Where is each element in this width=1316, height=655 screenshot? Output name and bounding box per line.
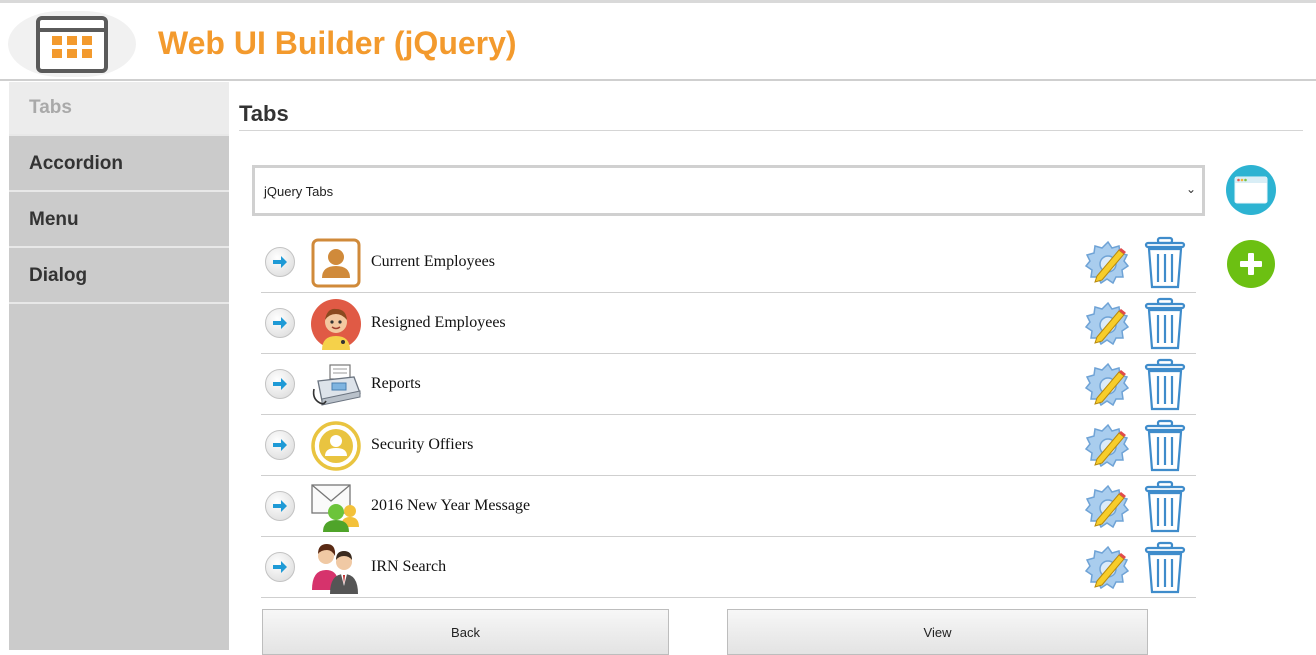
- open-button[interactable]: [265, 247, 295, 277]
- arrow-right-icon: [273, 256, 287, 268]
- edit-settings-icon[interactable]: [1083, 360, 1133, 410]
- back-button[interactable]: Back: [262, 609, 669, 655]
- edit-settings-icon[interactable]: [1083, 299, 1133, 349]
- trash-icon[interactable]: [1143, 358, 1187, 412]
- trash-icon[interactable]: [1143, 480, 1187, 534]
- trash-icon[interactable]: [1143, 297, 1187, 351]
- app-title: Web UI Builder (jQuery): [158, 25, 517, 61]
- app-logo: [8, 11, 136, 77]
- people-icon: [312, 544, 358, 594]
- sidebar-item-label: Menu: [29, 209, 79, 230]
- open-button[interactable]: [265, 430, 295, 460]
- edit-settings-icon[interactable]: [1083, 238, 1133, 288]
- sidebar-item-menu[interactable]: Menu: [9, 194, 229, 248]
- fax-machine-icon: [312, 364, 361, 406]
- tab-list: Current Employees Resigned Employees Rep…: [261, 232, 1196, 598]
- sidebar-item-tabs[interactable]: Tabs: [9, 82, 229, 136]
- trash-icon[interactable]: [1143, 541, 1187, 595]
- person-card-icon: [311, 238, 361, 288]
- arrow-right-icon: [273, 439, 287, 451]
- select-value: jQuery Tabs: [264, 184, 334, 199]
- open-button[interactable]: [265, 369, 295, 399]
- user-circle-icon: [311, 421, 361, 471]
- row-label: IRN Search: [371, 558, 447, 575]
- sidebar-item-label: Tabs: [29, 97, 72, 118]
- title-divider: [239, 130, 1303, 131]
- list-item: Security Offiers: [261, 415, 1196, 476]
- row-label: Security Offiers: [371, 436, 474, 453]
- open-button[interactable]: [265, 552, 295, 582]
- edit-settings-icon[interactable]: [1083, 421, 1133, 471]
- arrow-right-icon: [273, 378, 287, 390]
- edit-settings-icon[interactable]: [1083, 543, 1133, 593]
- sidebar-item-accordion[interactable]: Accordion: [9, 138, 229, 192]
- chevron-down-icon: ⌄: [1185, 182, 1196, 196]
- list-item: Resigned Employees: [261, 293, 1196, 354]
- page-title: Tabs: [239, 101, 289, 126]
- browser-window-icon: [1234, 176, 1268, 204]
- trash-icon[interactable]: [1143, 236, 1187, 290]
- arrow-right-icon: [273, 561, 287, 573]
- sidebar-item-label: Accordion: [29, 153, 123, 174]
- view-button[interactable]: View: [727, 609, 1148, 655]
- row-label: 2016 New Year Message: [371, 497, 531, 514]
- app-header: Web UI Builder (jQuery): [0, 3, 1316, 79]
- edit-settings-icon[interactable]: [1083, 482, 1133, 532]
- open-button[interactable]: [265, 491, 295, 521]
- mail-user-icon: [311, 484, 359, 532]
- add-tab-button[interactable]: [1227, 240, 1275, 288]
- tabs-select[interactable]: jQuery Tabs ⌄: [252, 165, 1205, 216]
- list-item: IRN Search: [261, 537, 1196, 598]
- sidebar-item-label: Dialog: [29, 265, 88, 286]
- trash-icon[interactable]: [1143, 419, 1187, 473]
- sidebar-item-dialog[interactable]: Dialog: [9, 250, 229, 304]
- list-item: Reports: [261, 354, 1196, 415]
- plus-icon: [1240, 253, 1262, 275]
- arrow-right-icon: [273, 500, 287, 512]
- child-face-icon: [311, 299, 361, 350]
- list-item: 2016 New Year Message: [261, 476, 1196, 537]
- sidebar: Tabs Accordion Menu Dialog: [9, 82, 229, 650]
- list-item: Current Employees: [261, 232, 1196, 293]
- grid-window-icon: [36, 16, 108, 73]
- open-button[interactable]: [265, 308, 295, 338]
- row-label: Resigned Employees: [371, 314, 506, 331]
- row-label: Current Employees: [371, 253, 495, 270]
- row-label: Reports: [371, 375, 421, 392]
- header-divider: [0, 79, 1316, 81]
- preview-window-button[interactable]: [1226, 165, 1276, 215]
- arrow-right-icon: [273, 317, 287, 329]
